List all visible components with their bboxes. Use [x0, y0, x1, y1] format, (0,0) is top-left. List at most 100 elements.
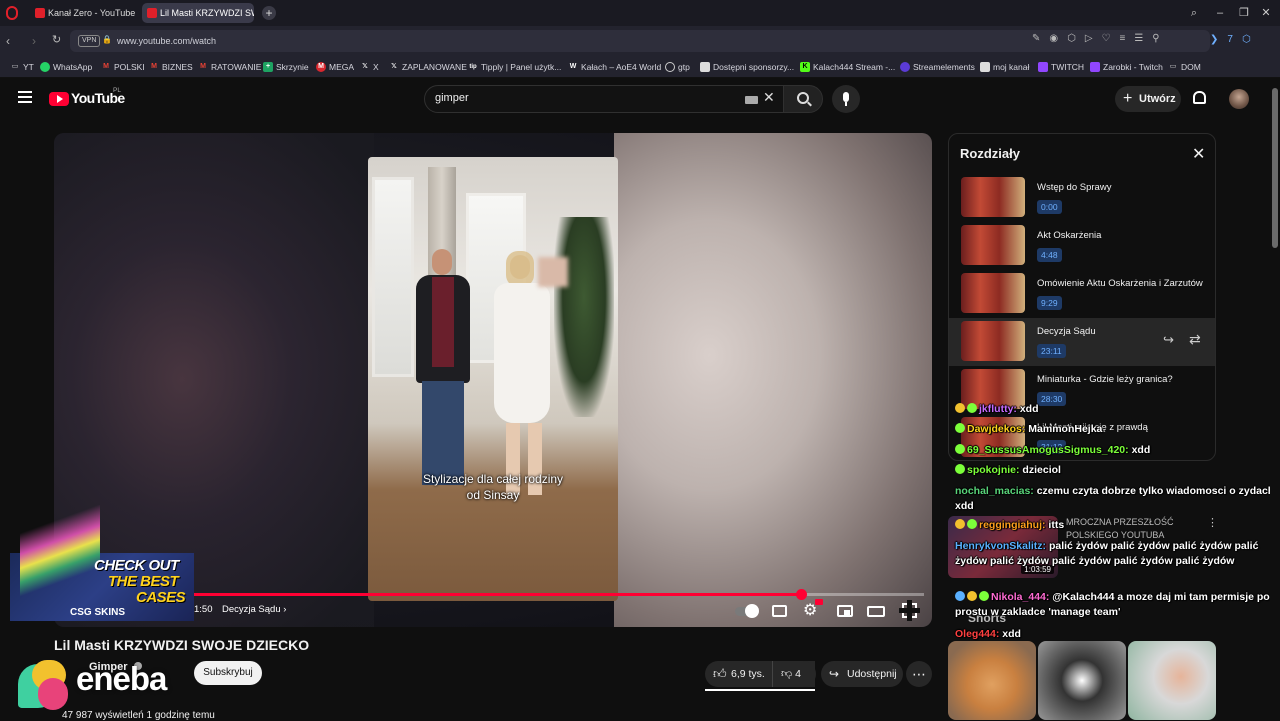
chapter-item[interactable]: Akt Oskarżenia 4:48	[949, 222, 1215, 270]
badge-icon	[967, 519, 977, 529]
bookmark-streamelements[interactable]: Streamelements	[900, 60, 975, 74]
bookmark-moj-kanal[interactable]: moj kanał	[980, 60, 1029, 74]
vpn-badge[interactable]: VPN	[78, 35, 101, 47]
share-button[interactable]: ↪ Udostępnij	[821, 661, 903, 687]
csgo-skins-ad-overlay[interactable]: CHECK OUT THE BEST CASES CSG SKINS	[10, 505, 194, 621]
menu-icon[interactable]	[18, 91, 32, 103]
reload-icon[interactable]: ↻	[52, 33, 61, 46]
progress-bar[interactable]	[194, 589, 924, 600]
chapters-title: Rozdziały	[960, 146, 1020, 161]
opera-logo-icon[interactable]	[6, 6, 18, 20]
bookmark-aoe4world[interactable]: W Kałach – AoE4 World	[568, 60, 661, 74]
chapter-item[interactable]: Wstęp do Sprawy 0:00	[949, 174, 1215, 222]
settings-gear-icon[interactable]: ⚙	[803, 599, 823, 621]
bookmark-skrzynie[interactable]: + Skrzynie	[263, 60, 309, 74]
voice-search-button[interactable]	[832, 85, 860, 113]
bookmark-gtp[interactable]: gtp	[665, 60, 690, 74]
ad-text-line2: THE BEST	[108, 573, 179, 590]
bookmark-dom[interactable]: ▭ DOM	[1168, 60, 1201, 74]
short-thumbnail[interactable]	[1038, 641, 1126, 720]
twitch-icon	[1038, 62, 1048, 72]
bookmark-mega[interactable]: M MEGA	[316, 60, 354, 74]
eneba-logo-icon	[14, 658, 72, 714]
streamelements-icon	[900, 62, 910, 72]
scrollbar-thumb[interactable]	[1272, 88, 1278, 248]
microphone-icon	[843, 92, 849, 102]
extensions-icons[interactable]: ✎◉⬡▷♡≡☰⚲	[1032, 33, 1169, 44]
chat-message: jkflutty: xdd	[955, 402, 1277, 417]
bookmark-yt[interactable]: ▭ YT	[10, 60, 34, 74]
progress-fill	[194, 593, 802, 596]
page-scrollbar[interactable]	[1270, 80, 1280, 720]
bookmark-whatsapp[interactable]: WhatsApp	[40, 60, 92, 74]
bookmark-zarobki[interactable]: Zarobki - Twitch	[1090, 60, 1163, 74]
new-tab-button[interactable]: +	[262, 6, 276, 20]
create-button[interactable]: + Utwórz	[1115, 86, 1181, 112]
bookmark-polski[interactable]: M POLSKI	[101, 60, 145, 74]
address-field[interactable]: VPN 🔒 www.youtube.com/watch ✎◉⬡▷♡≡☰⚲	[70, 30, 1210, 52]
clear-search-icon[interactable]: ✕	[763, 89, 775, 106]
chapter-thumbnail	[961, 321, 1025, 361]
more-actions-button[interactable]: ⋯	[906, 661, 932, 687]
url-text[interactable]: www.youtube.com/watch	[117, 30, 216, 52]
hd-badge	[815, 599, 823, 605]
chapter-item[interactable]: Omówienie Aktu Oskarżenia i Zarzutów 9:2…	[949, 270, 1215, 318]
maximize-icon[interactable]: ❐	[1236, 5, 1252, 21]
video-frame[interactable]: Stylizacje dla całej rodziny od Sinsay	[368, 157, 618, 601]
bookmark-tipply[interactable]: tip Tipply | Panel użytk...	[468, 60, 561, 74]
bookmark-kalach-stream[interactable]: K Kalach444 Stream -...	[800, 60, 895, 74]
chat-message: spokojnie: dzieciol	[955, 463, 1277, 478]
chapter-thumbnail	[961, 273, 1025, 313]
subtitles-icon[interactable]	[770, 601, 790, 621]
tab-kanal-zero[interactable]: Kanał Zero - YouTube	[30, 3, 138, 23]
share-icon[interactable]: ↪	[1163, 332, 1174, 348]
chapter-thumbnail	[961, 177, 1025, 217]
close-chapters-icon[interactable]: ✕	[1192, 144, 1205, 164]
fullscreen-icon[interactable]	[899, 600, 920, 621]
subscribe-button[interactable]: Subskrybuj	[194, 661, 262, 685]
tab-lil-masti[interactable]: Lil Masti KRZYWDZI SWO	[142, 3, 254, 23]
sheets-icon: +	[263, 62, 273, 72]
x-icon: 𝕏	[391, 63, 397, 70]
bookmark-ratowanie[interactable]: M RATOWANIE	[198, 60, 261, 74]
chapter-item-active[interactable]: Decyzja Sądu 23:11 ↪ ⇄	[949, 318, 1215, 366]
chat-message: HenrykvonSkalitz: palić żydów palić żydó…	[955, 540, 1259, 567]
loop-icon[interactable]: ⇄	[1189, 331, 1201, 348]
forward-icon[interactable]: ›	[32, 34, 36, 48]
gmail-icon: M	[151, 63, 157, 70]
search-button[interactable]	[783, 85, 823, 113]
create-label: Utwórz	[1139, 93, 1176, 105]
address-bar-row: ‹ › ↻ VPN 🔒 www.youtube.com/watch ✎◉⬡▷♡≡…	[0, 26, 1280, 56]
avatar[interactable]	[1229, 89, 1249, 109]
badge-icon	[967, 591, 977, 601]
dislike-button[interactable]: 👎︎ 4	[772, 661, 816, 687]
bookmark-zaplanowane[interactable]: 𝕏 ZAPLANOWANE	[389, 60, 467, 74]
tab-search-icon[interactable]: ⌕	[1186, 5, 1202, 21]
chevron-right-icon: ›	[280, 604, 287, 615]
keyboard-icon[interactable]	[745, 96, 758, 104]
eneba-ad-overlay[interactable]: eneba	[14, 656, 194, 716]
theater-mode-icon[interactable]	[867, 601, 887, 621]
notifications-bell-icon[interactable]	[1193, 91, 1206, 104]
short-thumbnail[interactable]	[948, 641, 1036, 720]
search-input[interactable]: gimper ✕	[424, 85, 786, 113]
back-icon[interactable]: ‹	[6, 34, 10, 48]
miniplayer-icon[interactable]	[835, 601, 855, 621]
bookmark-twitch[interactable]: TWITCH	[1038, 60, 1084, 74]
autoplay-toggle[interactable]	[735, 601, 759, 621]
youtube-favicon-icon	[147, 8, 157, 18]
bookmark-sponsorzy[interactable]: Dostępni sponsorzy...	[700, 60, 794, 74]
ambient-blur-right	[614, 133, 932, 627]
short-thumbnail[interactable]	[1128, 641, 1216, 720]
whatsapp-icon	[40, 62, 50, 72]
minimize-icon[interactable]: –	[1212, 5, 1228, 21]
bookmark-biznes[interactable]: M BIZNES	[149, 60, 193, 74]
page-icon	[700, 62, 710, 72]
close-window-icon[interactable]: ✕	[1258, 5, 1274, 21]
current-chapter-button[interactable]: Decyzja Sądu ›	[222, 604, 286, 615]
folder-icon: ▭	[1169, 63, 1177, 70]
chat-message: Dawjdekos: MammonHejka	[955, 422, 1277, 437]
bookmark-x[interactable]: 𝕏X	[360, 60, 379, 74]
sidebar-icons[interactable]: ❯7⬡	[1210, 34, 1260, 45]
browser-tab-bar: Kanał Zero - YouTube Lil Masti KRZYWDZI …	[0, 0, 1280, 26]
